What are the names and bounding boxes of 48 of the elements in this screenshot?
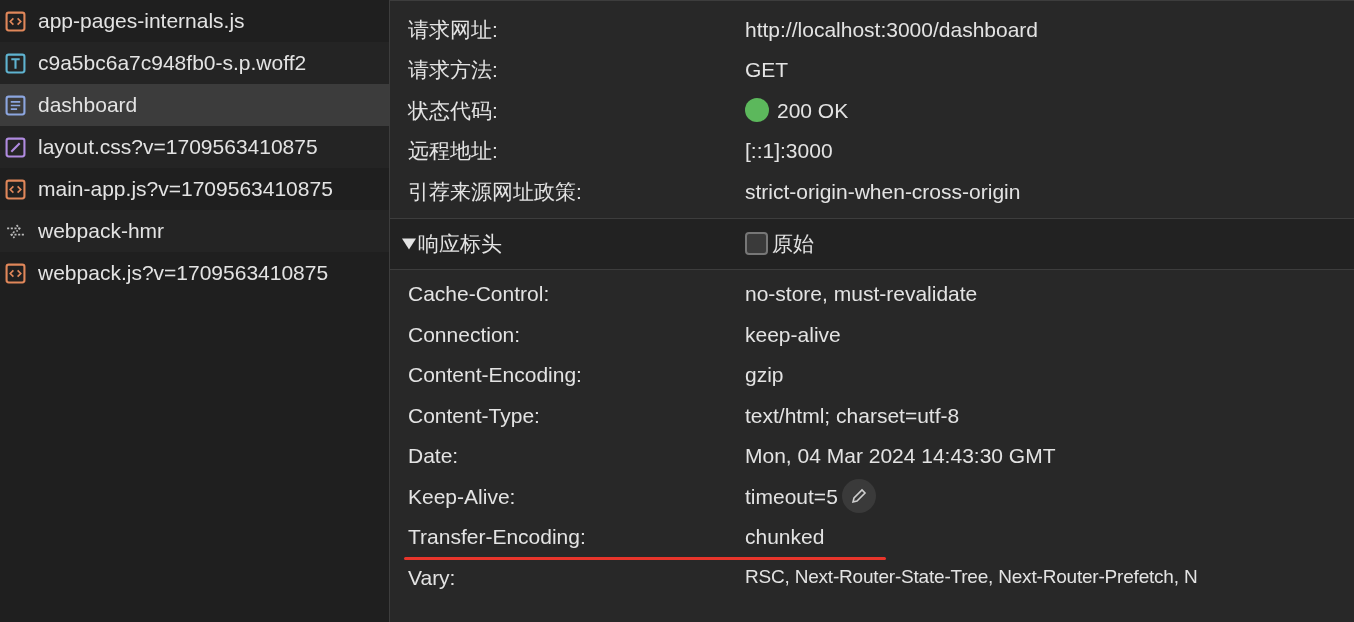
file-name: layout.css?v=1709563410875 xyxy=(38,134,318,161)
file-name: c9a5bc6a7c948fb0-s.p.woff2 xyxy=(38,50,307,77)
file-name: app-pages-internals.js xyxy=(38,8,245,35)
header-value: timeout=5 xyxy=(745,483,838,510)
header-name: Date: xyxy=(407,443,460,469)
header-value: chunked xyxy=(745,524,825,550)
header-name: Cache-Control: xyxy=(407,281,551,307)
header-name: Content-Encoding: xyxy=(407,362,583,388)
triangle-down-icon xyxy=(402,236,416,251)
file-name: webpack-hmr xyxy=(38,218,165,245)
edit-button[interactable] xyxy=(841,479,876,514)
header-value: keep-alive xyxy=(745,321,841,348)
field-value: 200 OK xyxy=(777,97,849,124)
section-header[interactable]: 响应标头 xyxy=(390,227,745,260)
field-label: 远程地址: xyxy=(407,138,499,164)
brush-file-icon xyxy=(5,136,26,158)
file-name: main-app.js?v=1709563410875 xyxy=(38,176,333,203)
document-icon xyxy=(5,94,26,116)
header-value: RSC, Next-Router-State-Tree, Next-Router-Prefetch, N xyxy=(745,565,1198,589)
field-value: strict-origin-when-cross-origin xyxy=(745,178,1021,205)
field-label: 引荐来源网址政策: xyxy=(407,178,583,205)
header-name: Content-Type: xyxy=(407,402,541,429)
checkbox[interactable] xyxy=(745,232,768,255)
file-name: webpack.js?v=1709563410875 xyxy=(38,260,329,287)
field-value: http://localhost:3000/dashboard xyxy=(745,16,1039,43)
header-name: Keep-Alive: xyxy=(407,483,517,510)
field-value: GET xyxy=(745,57,789,83)
file-row[interactable]: webpack-hmr xyxy=(0,210,389,252)
script-file-icon xyxy=(5,10,26,32)
header-name: Transfer-Encoding: xyxy=(407,524,587,550)
file-row[interactable]: layout.css?v=1709563410875 xyxy=(0,126,389,168)
script-file-icon xyxy=(5,178,26,200)
checkbox-label: 原始 xyxy=(772,230,814,257)
header-name: Vary: xyxy=(407,564,457,591)
header-value: gzip xyxy=(745,362,784,388)
field-label: 请求方法: xyxy=(407,57,499,83)
header-name: Connection: xyxy=(407,321,522,348)
field-label: 请求网址: xyxy=(407,16,499,43)
header-value: Mon, 04 Mar 2024 14:43:30 GMT xyxy=(745,443,1056,469)
font-file-icon xyxy=(5,52,26,74)
header-value: no-store, must-revalidate xyxy=(745,281,978,307)
file-name: dashboard xyxy=(38,92,138,119)
file-row[interactable]: c9a5bc6a7c948fb0-s.p.woff2 xyxy=(0,42,389,84)
field-value: [::1]:3000 xyxy=(745,138,833,164)
file-row[interactable]: dashboard xyxy=(0,84,389,126)
script-file-icon xyxy=(5,262,26,284)
header-value: text/html; charset=utf-8 xyxy=(745,402,960,429)
field-label: 状态代码: xyxy=(407,97,499,124)
